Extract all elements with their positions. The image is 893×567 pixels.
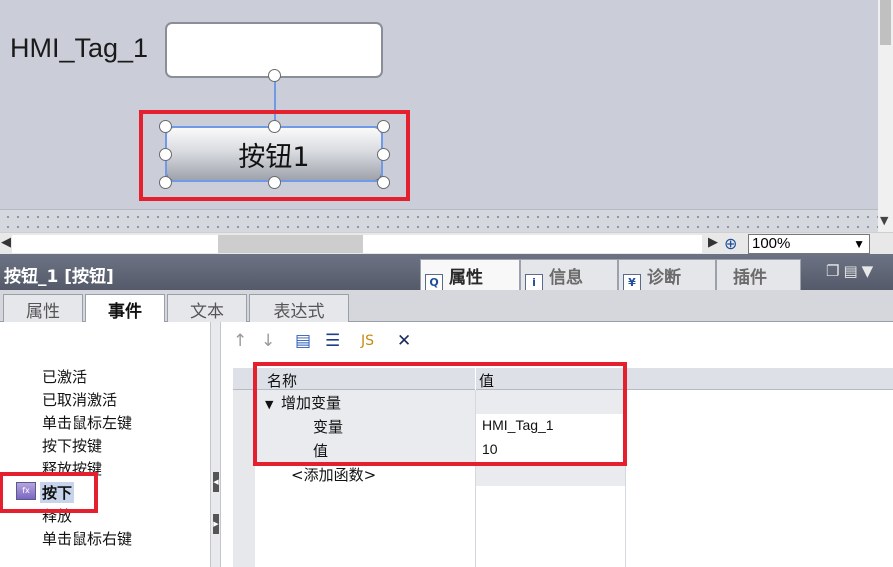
param-value-tag[interactable]: HMI_Tag_1: [476, 414, 625, 438]
events-list: 已激活 已取消激活 单击鼠标左键 按下按键 释放按键 fx 按下 释放 单击鼠标…: [0, 322, 210, 567]
function-list-panel: ↑ ↓ ▤ ☰ JS ✕ 名称 值 ▼ 增加变量 变量 HMI_Tag_1 值 1…: [221, 322, 893, 567]
connector-handle[interactable]: [268, 69, 281, 82]
tab-properties[interactable]: Q 属性: [420, 259, 520, 292]
table-row-param-value[interactable]: 值 10: [233, 438, 893, 462]
collapse-icon[interactable]: ☰: [325, 331, 340, 351]
resize-handle-e[interactable]: [377, 148, 390, 161]
param-name-value: 值: [255, 438, 475, 462]
menu-icon[interactable]: ▤: [843, 262, 861, 280]
vertical-scrollbar[interactable]: ▼: [878, 0, 893, 232]
tab-plugins[interactable]: 插件: [716, 259, 801, 290]
table-row-empty: [233, 534, 893, 567]
table-row-function[interactable]: ▼ 增加变量: [233, 390, 893, 414]
zoom-icon[interactable]: ⊕: [724, 234, 737, 253]
canvas-dot-grid: [0, 209, 878, 232]
subtab-bar: 属性 事件 文本 表达式: [0, 290, 893, 323]
tab-info[interactable]: i 信息: [520, 259, 618, 292]
scroll-right-icon[interactable]: ▶: [708, 235, 718, 250]
function-cell: ▼ 增加变量: [255, 390, 475, 414]
expand-icon[interactable]: ▤: [295, 331, 311, 351]
table-row-add-function[interactable]: <添加函数>: [233, 462, 893, 486]
move-up-icon[interactable]: ↑: [233, 331, 247, 351]
add-function[interactable]: <添加函数>: [255, 462, 475, 486]
vertical-scroll-thumb[interactable]: [880, 0, 891, 45]
table-row-empty: [233, 486, 893, 510]
hmi-button[interactable]: 按钮1: [165, 126, 383, 182]
connector-line: [274, 76, 276, 126]
collapse-left-icon[interactable]: ◀: [213, 472, 219, 492]
resize-handle-ne[interactable]: [377, 120, 390, 133]
event-item-release[interactable]: 释放: [42, 505, 72, 526]
scroll-down-icon[interactable]: ▼: [880, 214, 888, 227]
resize-handle-s[interactable]: [268, 176, 281, 189]
column-divider: [625, 390, 626, 567]
inspector-title-bar: 按钮_1 [按钮] Q 属性 i 信息 ¥ 诊断 插件 ❐▤▼: [0, 254, 893, 292]
panel-splitter[interactable]: ◀ ▶: [210, 322, 221, 567]
tab-info-label: 信息: [549, 268, 583, 288]
dropdown-icon[interactable]: ▼: [862, 262, 878, 280]
column-header-name: 名称: [233, 368, 475, 390]
column-divider: [475, 390, 476, 567]
event-script-icon: fx: [16, 482, 36, 500]
resize-handle-nw[interactable]: [159, 120, 172, 133]
horizontal-scrollbar[interactable]: ◀ ▶ ⊕ 100% ▼: [0, 232, 893, 254]
chevron-down-icon: ▼: [853, 237, 865, 251]
expand-triangle-icon[interactable]: ▼: [255, 398, 281, 411]
event-item-press[interactable]: 按下: [40, 482, 75, 503]
event-item-deactivated[interactable]: 已取消激活: [42, 389, 117, 410]
expand-right-icon[interactable]: ▶: [213, 514, 219, 534]
resize-handle-sw[interactable]: [159, 176, 172, 189]
function-table: 名称 值 ▼ 增加变量 变量 HMI_Tag_1 值 10 <添加函数>: [233, 362, 893, 567]
zoom-value: 100%: [752, 235, 791, 252]
tab-properties-label: 属性: [449, 268, 483, 288]
tag-label: HMI_Tag_1: [10, 33, 149, 63]
horizontal-scroll-thumb[interactable]: [218, 235, 363, 253]
script-js-icon[interactable]: JS: [361, 333, 374, 349]
column-header-value: 值: [476, 368, 893, 390]
event-item-activated[interactable]: 已激活: [42, 366, 87, 387]
tab-diagnostics[interactable]: ¥ 诊断: [618, 259, 716, 292]
param-name-tag: 变量: [255, 414, 475, 438]
screen-canvas[interactable]: HMI_Tag_1 按钮1 ▼: [0, 0, 893, 232]
subtab-properties[interactable]: 属性: [3, 294, 83, 322]
subtab-texts[interactable]: 文本: [167, 294, 247, 322]
restore-icon[interactable]: ❐: [826, 262, 843, 280]
event-item-key-release[interactable]: 释放按键: [42, 458, 102, 479]
resize-handle-se[interactable]: [377, 176, 390, 189]
subtab-expressions[interactable]: 表达式: [249, 294, 349, 322]
table-row-empty: [233, 510, 893, 534]
delete-icon[interactable]: ✕: [397, 331, 411, 351]
resize-handle-w[interactable]: [159, 148, 172, 161]
function-name: 增加变量: [281, 394, 342, 412]
move-down-icon[interactable]: ↓: [261, 331, 275, 351]
tab-plugins-label: 插件: [733, 268, 767, 288]
inspector-title: 按钮_1 [按钮]: [4, 267, 114, 287]
event-item-key-press[interactable]: 按下按键: [42, 435, 102, 456]
subtab-events[interactable]: 事件: [85, 294, 165, 323]
window-controls[interactable]: ❐▤▼: [826, 262, 877, 280]
tab-diagnostics-label: 诊断: [647, 268, 681, 288]
param-value-value[interactable]: 10: [476, 438, 625, 462]
scroll-left-icon[interactable]: ◀: [1, 235, 11, 250]
event-item-left-click[interactable]: 单击鼠标左键: [42, 412, 132, 433]
zoom-select[interactable]: 100% ▼: [748, 234, 870, 254]
resize-handle-n[interactable]: [268, 120, 281, 133]
table-row-param-tag[interactable]: 变量 HMI_Tag_1: [233, 414, 893, 438]
event-item-right-click[interactable]: 单击鼠标右键: [42, 528, 132, 549]
